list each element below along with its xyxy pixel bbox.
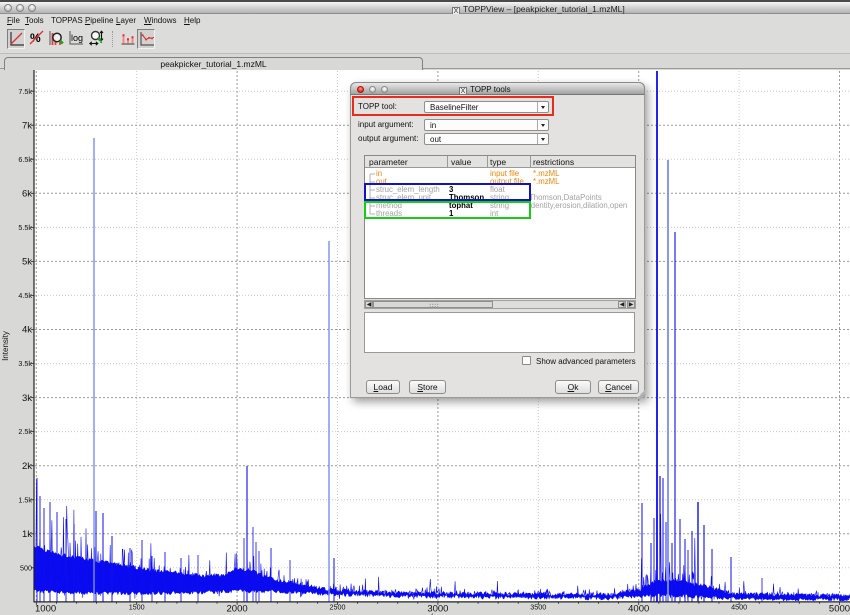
svg-text:500: 500 <box>20 563 32 572</box>
svg-text:2000: 2000 <box>227 604 248 615</box>
svg-text:7.5k: 7.5k <box>18 87 32 96</box>
svg-text:4500: 4500 <box>731 603 747 612</box>
svg-text:2.5k: 2.5k <box>18 427 32 436</box>
svg-text:3500: 3500 <box>530 603 546 612</box>
svg-text:log: log <box>71 33 83 43</box>
svg-text:3.5k: 3.5k <box>18 359 32 368</box>
svg-text:3k: 3k <box>22 393 32 404</box>
svg-text:2k: 2k <box>22 461 32 472</box>
svg-text:6k: 6k <box>22 189 32 200</box>
svg-text:4000: 4000 <box>628 604 649 615</box>
svg-text:Intensity: Intensity <box>1 331 10 361</box>
svg-text:1k: 1k <box>22 529 32 540</box>
svg-text:4.5k: 4.5k <box>18 291 32 300</box>
svg-text:1000: 1000 <box>35 604 56 615</box>
svg-text:5k: 5k <box>22 257 32 268</box>
svg-text:2500: 2500 <box>330 603 346 612</box>
svg-text:5.5k: 5.5k <box>18 223 32 232</box>
svg-text:7k: 7k <box>22 120 32 131</box>
svg-text:4k: 4k <box>22 325 32 336</box>
svg-text:1500: 1500 <box>129 603 145 612</box>
svg-text:1.5k: 1.5k <box>18 495 32 504</box>
svg-text:6.5k: 6.5k <box>18 155 32 164</box>
svg-text:5000: 5000 <box>829 604 850 615</box>
